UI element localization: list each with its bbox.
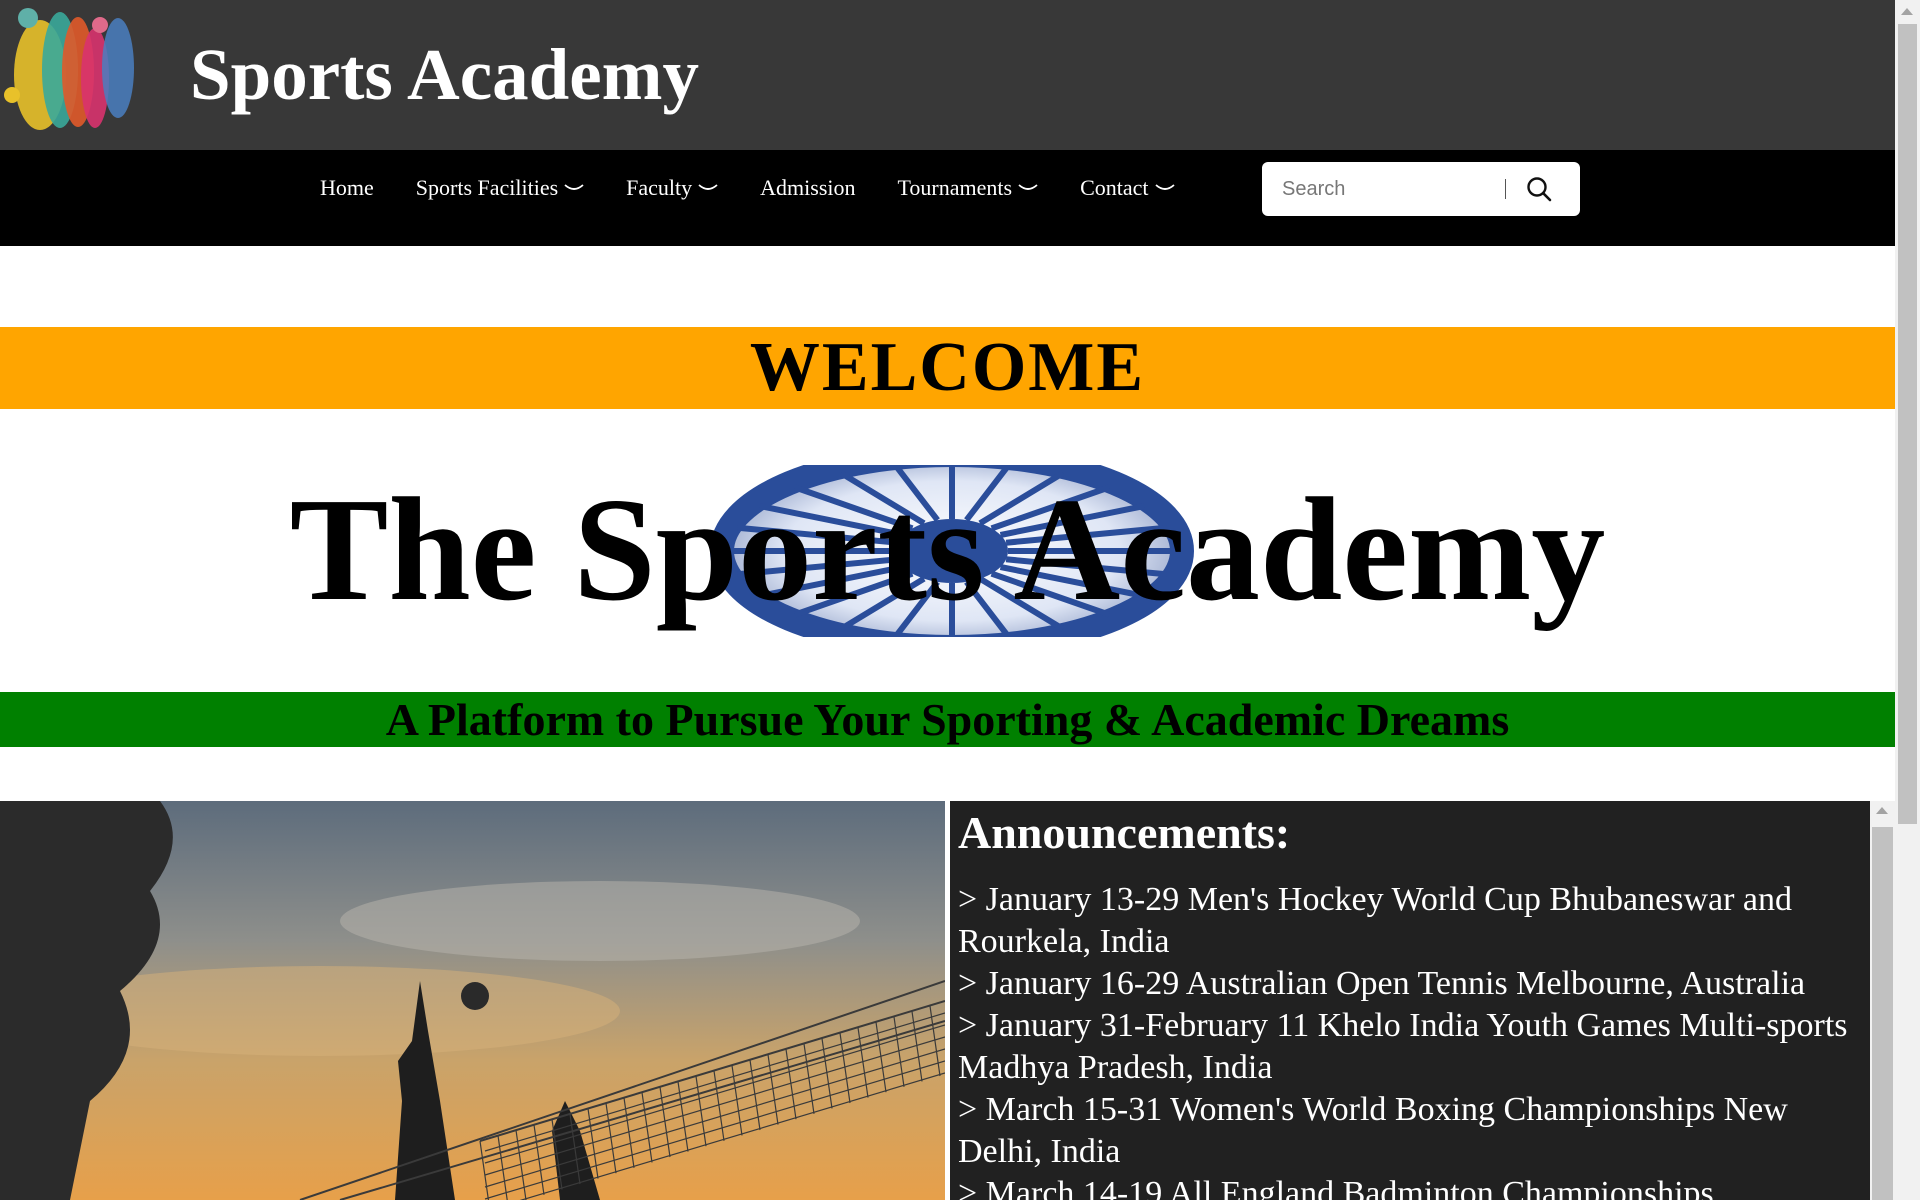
announcement-item: > March 15-31 Women's World Boxing Champ… — [958, 1091, 1788, 1170]
nav-item-tournaments[interactable]: Tournaments — [898, 168, 1039, 208]
search-box — [1262, 162, 1580, 216]
announcement-item: > January 16-29 Australian Open Tennis M… — [958, 965, 1806, 1002]
announcements-title: Announcements: — [958, 807, 1291, 858]
hero-section: The Sports Academy — [0, 455, 1895, 645]
nav-item-label: Contact — [1080, 175, 1149, 200]
scroll-up-arrow-icon[interactable] — [1901, 8, 1913, 15]
site-title: Sports Academy — [190, 34, 699, 115]
tagline-text: A Platform to Pursue Your Sporting & Aca… — [385, 694, 1510, 745]
nav-item-faculty[interactable]: Faculty — [626, 168, 718, 208]
chevron-down-icon — [698, 184, 718, 190]
nav-item-label: Tournaments — [897, 175, 1013, 200]
search-icon — [1527, 177, 1552, 202]
welcome-heading: WELCOME — [749, 329, 1146, 406]
announcements-panel[interactable]: Announcements: > January 13-29 Men's Hoc… — [950, 801, 1870, 1200]
announcements-list: > January 13-29 Men's Hockey World Cup B… — [958, 879, 1863, 1200]
nav-item-sports-facilities[interactable]: Sports Facilities — [416, 168, 584, 208]
site-header: Sports Academy — [0, 0, 1895, 150]
nav-item-contact[interactable]: Contact — [1080, 168, 1175, 208]
search-input[interactable] — [1282, 172, 1532, 206]
nav-item-admission[interactable]: Admission — [760, 168, 855, 208]
search-divider — [1505, 179, 1506, 199]
announcements-scrollbar[interactable] — [1870, 801, 1895, 1200]
hero-title: The Sports Academy — [289, 468, 1606, 632]
scroll-up-arrow-icon[interactable] — [1876, 807, 1888, 814]
announcement-item: > January 13-29 Men's Hockey World Cup B… — [958, 881, 1792, 960]
search-button[interactable] — [1524, 174, 1554, 204]
academy-logo[interactable] — [0, 0, 152, 150]
announcement-item: > March 14-19 All England Badminton Cham… — [958, 1175, 1714, 1200]
announcement-item: > January 31-February 11 Khelo India You… — [958, 1007, 1848, 1086]
page-scrollbar-thumb[interactable] — [1898, 24, 1917, 824]
nav-item-label: Admission — [760, 175, 856, 200]
announcements-scrollbar-thumb[interactable] — [1872, 827, 1893, 1200]
welcome-banner: WELCOME — [0, 327, 1895, 409]
main-navigation: Home Sports Facilities Faculty Admission… — [0, 150, 1895, 246]
chevron-down-icon — [1154, 184, 1175, 190]
nav-item-home[interactable]: Home — [320, 168, 374, 208]
nav-menu: Home Sports Facilities Faculty Admission… — [320, 168, 1217, 208]
chevron-down-icon — [564, 184, 584, 190]
volleyball-photo — [0, 801, 945, 1200]
tagline-banner: A Platform to Pursue Your Sporting & Aca… — [0, 692, 1895, 747]
page: Sports Academy Home Sports Facilities Fa… — [0, 0, 1895, 1200]
nav-item-label: Sports Facilities — [415, 175, 559, 200]
page-scrollbar[interactable] — [1895, 0, 1920, 1200]
nav-item-label: Home — [320, 175, 374, 200]
nav-item-label: Faculty — [626, 175, 693, 200]
chevron-down-icon — [1018, 184, 1038, 190]
